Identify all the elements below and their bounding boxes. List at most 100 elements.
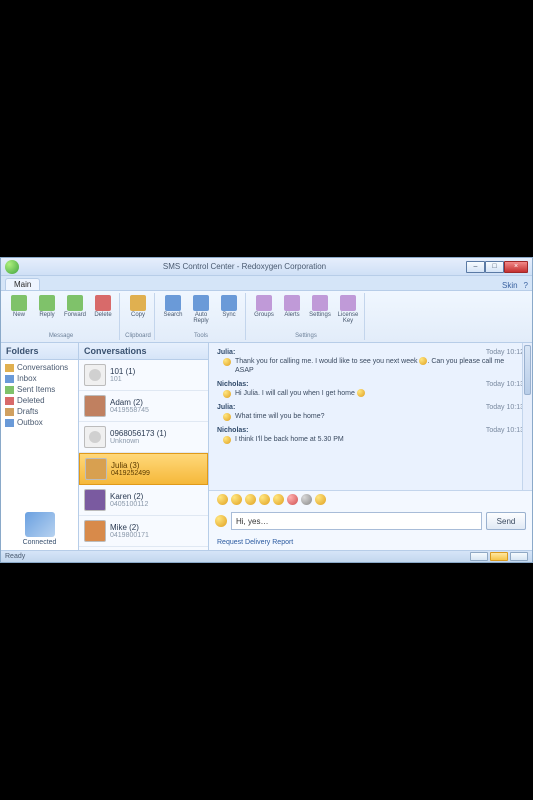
conversation-name: Adam (2) <box>110 398 149 407</box>
conversations-pane: Conversations 101 (1)101Adam (2)04195587… <box>79 343 209 550</box>
message-text: I think I'll be back home at 5.30 PM <box>235 435 344 444</box>
copy-button[interactable]: Copy <box>125 293 151 320</box>
message-sender: Julia: <box>217 349 235 356</box>
conversation-item[interactable]: Julia (3)0419252499 <box>79 453 208 485</box>
conversation-item[interactable]: Karen (2)0405100112 <box>79 485 208 516</box>
avatar <box>84 489 106 511</box>
ribbon-button-label: Groups <box>254 312 274 318</box>
folder-label: Conversations <box>17 363 68 372</box>
conversation-name: Mike (2) <box>110 523 149 532</box>
conversation-item[interactable]: Mike (2)0419800171 <box>79 516 208 547</box>
minimize-button[interactable]: – <box>466 261 485 273</box>
folder-item[interactable]: Sent Items <box>3 384 76 395</box>
emoji-tongue-icon[interactable] <box>315 494 326 505</box>
close-button[interactable]: × <box>504 261 528 273</box>
ribbon-group-label: Clipboard <box>125 332 151 340</box>
folder-label: Drafts <box>17 407 38 416</box>
message-text: Thank you for calling me. I would like t… <box>235 357 524 375</box>
reply-button[interactable]: Reply <box>34 293 60 320</box>
folder-item[interactable]: Conversations <box>3 362 76 373</box>
conversation-subtitle: 0419252499 <box>111 470 150 477</box>
folder-icon <box>5 386 14 394</box>
view-button-2[interactable] <box>490 552 508 561</box>
search-icon <box>165 295 181 311</box>
ribbon-tabstrip: Main Skin ? <box>1 276 532 291</box>
folder-label: Outbox <box>17 418 43 427</box>
ribbon-button-label: Auto Reply <box>188 312 214 324</box>
folder-item[interactable]: Drafts <box>3 406 76 417</box>
emoji-wink-icon[interactable] <box>245 494 256 505</box>
emoji-heart-icon[interactable] <box>287 494 298 505</box>
avatar <box>84 395 106 417</box>
emoji-smile-icon[interactable] <box>217 494 228 505</box>
folder-item[interactable]: Outbox <box>3 417 76 428</box>
messages-area: Julia:Today 10:12Thank you for calling m… <box>209 343 532 490</box>
emoji-cool-icon[interactable] <box>273 494 284 505</box>
folder-list: ConversationsInboxSent ItemsDeleted Draft… <box>1 360 78 508</box>
conversation-name: 0968056173 (1) <box>110 429 167 438</box>
compose-emoji-icon[interactable] <box>215 515 227 527</box>
help-link[interactable]: ? <box>524 281 528 290</box>
connection-image-icon <box>25 512 55 537</box>
delete-button[interactable]: Delete <box>90 293 116 320</box>
folder-item[interactable]: Inbox <box>3 373 76 384</box>
conversation-item[interactable]: 0968056173 (1)Unknown <box>79 422 208 453</box>
message-input[interactable] <box>231 512 482 530</box>
conversation-item[interactable]: Adam (2)0419558745 <box>79 391 208 422</box>
ribbon-group: Copy Clipboard <box>122 293 155 340</box>
groups-icon <box>256 295 272 311</box>
scrollbar[interactable] <box>522 343 532 490</box>
tab-main[interactable]: Main <box>5 278 40 290</box>
folder-item[interactable]: Deleted <box>3 395 76 406</box>
skin-link[interactable]: Skin <box>502 281 518 290</box>
message-sender: Nicholas: <box>217 427 249 434</box>
emoji-sad-icon[interactable] <box>301 494 312 505</box>
scrollbar-thumb[interactable] <box>524 345 531 395</box>
view-button-1[interactable] <box>470 552 488 561</box>
new-button[interactable]: New <box>6 293 32 320</box>
message-bullet-icon <box>223 358 231 366</box>
search-button[interactable]: Search <box>160 293 186 320</box>
forward-icon <box>67 295 83 311</box>
message-text: Hi Julia. I will call you when I get hom… <box>235 389 365 398</box>
connected-label: Connected <box>5 539 74 546</box>
delivery-report-link[interactable]: Request Delivery Report <box>217 539 293 546</box>
conversation-item[interactable]: 101 (1)101 <box>79 360 208 391</box>
send-button[interactable]: Send <box>486 512 526 530</box>
message-bullet-icon <box>223 436 231 444</box>
folder-icon <box>5 419 14 427</box>
groups-button[interactable]: Groups <box>251 293 277 320</box>
message-sender: Julia: <box>217 404 235 411</box>
emoji-bar <box>209 490 532 508</box>
ribbon-button-label: Forward <box>64 312 86 318</box>
emoji-grin-icon[interactable] <box>231 494 242 505</box>
view-button-3[interactable] <box>510 552 528 561</box>
conversation-list: 101 (1)101Adam (2)04195587450968056173 (… <box>79 360 208 547</box>
maximize-button[interactable]: □ <box>485 261 504 273</box>
avatar <box>84 364 106 386</box>
avatar <box>85 458 107 480</box>
titlebar: SMS Control Center - Redoxygen Corporati… <box>1 258 532 276</box>
conversations-header: Conversations <box>79 343 208 360</box>
settings-button[interactable]: Settings <box>307 293 333 320</box>
license-button[interactable]: License Key <box>335 293 361 326</box>
folders-pane: Folders ConversationsInboxSent ItemsDele… <box>1 343 79 550</box>
window-title: SMS Control Center - Redoxygen Corporati… <box>23 262 466 271</box>
message-sender: Nicholas: <box>217 381 249 388</box>
ribbon-group-label: Tools <box>160 332 242 340</box>
ribbon-button-label: Sync <box>222 312 235 318</box>
sync-icon <box>221 295 237 311</box>
app-window: SMS Control Center - Redoxygen Corporati… <box>0 257 533 563</box>
ribbon-button-label: Reply <box>39 312 54 318</box>
app-orb-icon[interactable] <box>5 260 19 274</box>
conversation-subtitle: 0405100112 <box>110 501 148 508</box>
alerts-button[interactable]: Alerts <box>279 293 305 320</box>
autoreply-button[interactable]: Auto Reply <box>188 293 214 326</box>
sync-button[interactable]: Sync <box>216 293 242 320</box>
ribbon-button-label: Settings <box>309 312 331 318</box>
emoji-laugh-icon[interactable] <box>259 494 270 505</box>
message: Nicholas:Today 10:13I think I'll be back… <box>217 427 524 444</box>
ribbon-group-label: Settings <box>251 332 361 340</box>
forward-button[interactable]: Forward <box>62 293 88 320</box>
folder-label: Deleted <box>17 396 45 405</box>
